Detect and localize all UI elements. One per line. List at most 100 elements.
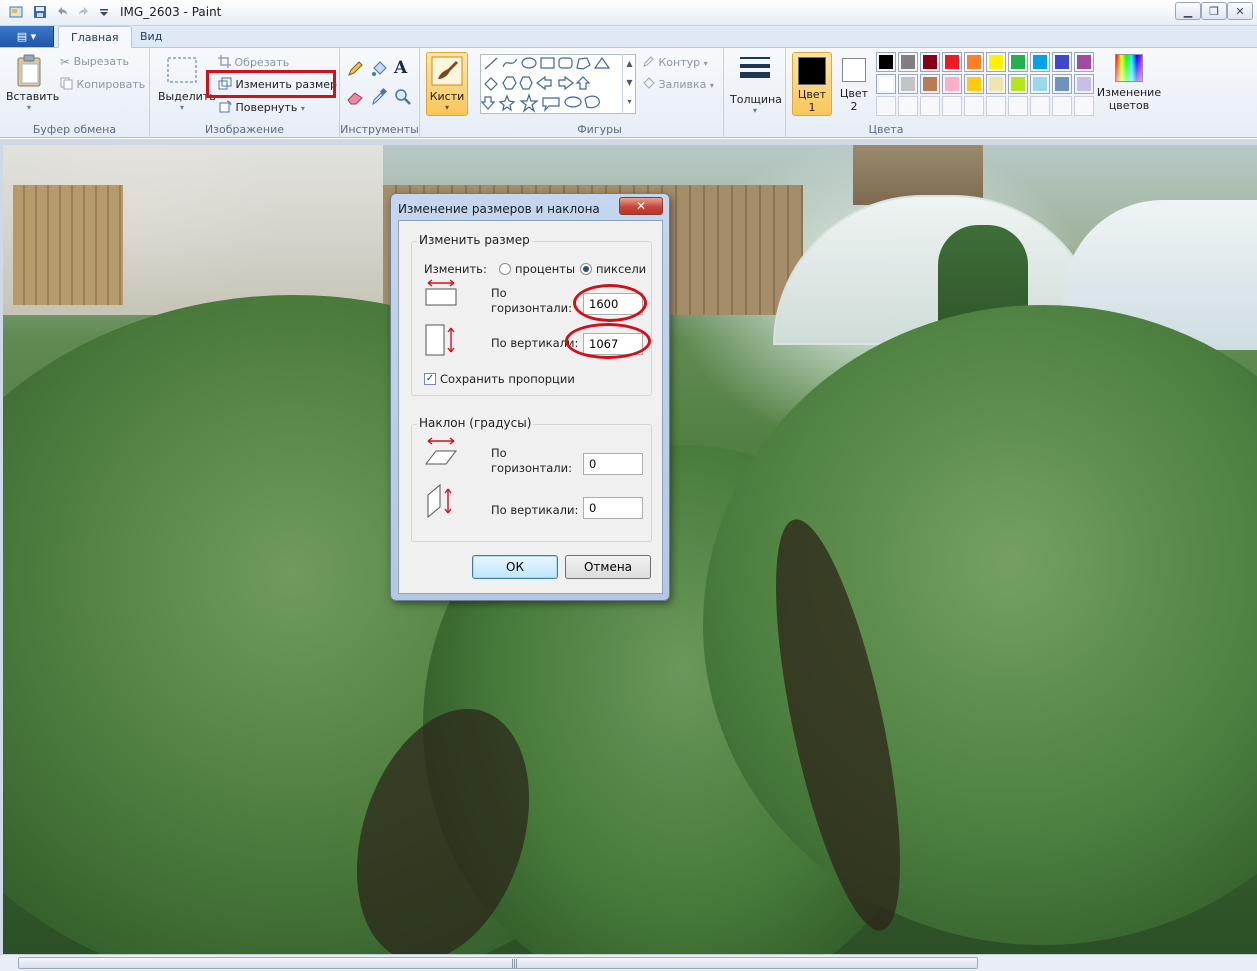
palette-swatch[interactable] [986,74,1006,94]
customize-quick-access-icon[interactable] [96,4,112,20]
palette-swatch[interactable] [1008,74,1028,94]
restore-button[interactable]: ❐ [1201,2,1227,20]
palette-swatch[interactable] [1052,52,1072,72]
edit-colors-label-line2: цветов [1108,99,1150,112]
palette-swatch-empty[interactable] [1008,96,1028,116]
palette-swatch-empty[interactable] [920,96,940,116]
save-icon[interactable] [32,4,48,20]
palette-swatch-color [989,77,1003,91]
dialog-close-icon: ✕ [635,199,647,213]
palette-swatch[interactable] [964,74,984,94]
ok-button[interactable]: ОК [472,555,558,579]
fill-tool[interactable] [370,60,390,80]
palette-swatch-color [967,55,981,69]
rotate-button[interactable]: Повернуть ▾ [218,100,305,116]
palette-swatch[interactable] [1074,74,1094,94]
palette-swatch[interactable] [964,52,984,72]
crop-button[interactable]: Обрезать [218,55,289,71]
brushes-button[interactable]: Кисти ▾ [426,52,468,116]
restore-icon: ❐ [1209,4,1219,18]
palette-swatch[interactable] [1030,74,1050,94]
palette-swatch[interactable] [986,52,1006,72]
palette-swatch-empty[interactable] [1030,96,1050,116]
shapes-scroll[interactable]: ▲ ▼ ▾ [622,54,636,114]
edit-colors-button[interactable]: Изменение цветов [1096,54,1162,112]
palette-swatch-color [923,77,937,91]
shapes-group: ▲ ▼ ▾ Контур ▾ Заливка ▾ Фигуры [476,48,724,138]
tab-home[interactable]: Главная [58,26,132,48]
palette-swatch-empty[interactable] [876,96,896,116]
color-picker-tool[interactable] [370,87,390,108]
magnifier-icon [395,89,411,105]
scrollbar-thumb[interactable]: ||| [18,957,978,969]
skew-vertical-input[interactable]: 0 [583,497,643,519]
keep-ratio-label[interactable]: Сохранить пропорции [440,372,575,386]
redo-icon[interactable] [76,4,92,20]
shapes-scroll-down-icon[interactable]: ▼ [623,73,636,92]
shapes-gallery[interactable] [480,54,636,114]
cut-button[interactable]: ✂ Вырезать [60,55,129,69]
tools-group: A Инструменты [340,48,420,138]
color1-button[interactable]: Цвет 1 [792,52,832,116]
skew-horizontal-input[interactable]: 0 [583,453,643,475]
palette-swatch-color [901,55,915,69]
canvas-area[interactable]: Изменение размеров и наклона ✕ Изменить … [0,139,1257,954]
shapes-scroll-up-icon[interactable]: ▲ [623,54,636,73]
palette-swatch[interactable] [942,74,962,94]
palette-swatch[interactable] [1030,52,1050,72]
size-label: Толщина [730,93,782,106]
palette-swatch[interactable] [898,52,918,72]
horizontal-scrollbar[interactable]: ||| [0,954,1257,971]
palette-swatch[interactable] [920,52,940,72]
shapes-expand-icon[interactable]: ▾ [623,92,636,111]
palette-swatch-empty[interactable] [964,96,984,116]
minimize-button[interactable]: ▁ [1175,2,1201,20]
dialog-close-button[interactable]: ✕ [619,197,663,215]
size-group: Толщина ▾ [724,48,786,138]
resize-highlight-box [206,70,336,98]
outline-button[interactable]: Контур ▾ [642,55,708,71]
palette-swatch[interactable] [920,74,940,94]
pixels-label[interactable]: пиксели [596,262,646,276]
palette-swatch-color [1033,55,1047,69]
palette-swatch-empty[interactable] [1052,96,1072,116]
text-tool[interactable]: A [394,58,414,78]
file-menu-button[interactable]: ▤ ▾ [0,26,54,47]
palette-swatch-color [879,55,893,69]
crop-icon [218,55,231,71]
palette-swatch[interactable] [876,74,896,94]
palette-swatch[interactable] [1008,52,1028,72]
undo-icon[interactable] [54,4,70,20]
percent-label[interactable]: проценты [515,262,575,276]
select-button[interactable]: Выделить ▾ [158,56,216,112]
color-palette [876,52,1102,120]
palette-swatch-empty[interactable] [1074,96,1094,116]
eraser-tool[interactable] [346,88,366,108]
close-button[interactable]: ✕ [1227,2,1253,20]
paste-button[interactable]: Вставить ▾ [6,54,59,112]
rotate-icon [218,100,232,116]
percent-radio[interactable] [499,263,511,275]
pencil-tool[interactable] [346,60,366,80]
minimize-icon: ▁ [1183,4,1193,18]
copy-button[interactable]: Копировать [60,77,145,93]
keep-ratio-checkbox[interactable]: ✓ [424,373,436,385]
wooden-planks [13,185,123,305]
color2-button[interactable]: Цвет 2 [836,52,872,116]
palette-swatch[interactable] [876,52,896,72]
eraser-icon [347,92,363,105]
copy-icon [60,77,73,93]
fill-button[interactable]: Заливка ▾ [642,77,714,93]
palette-swatch[interactable] [1052,74,1072,94]
magnifier-tool[interactable] [394,88,414,108]
palette-swatch[interactable] [942,52,962,72]
cancel-button[interactable]: Отмена [565,555,651,579]
tab-view[interactable]: Вид [128,26,174,48]
palette-swatch-empty[interactable] [898,96,918,116]
palette-swatch-empty[interactable] [942,96,962,116]
palette-swatch[interactable] [1074,52,1094,72]
palette-swatch[interactable] [898,74,918,94]
size-button[interactable]: Толщина ▾ [730,54,782,115]
pixels-radio[interactable] [580,263,592,275]
palette-swatch-empty[interactable] [986,96,1006,116]
